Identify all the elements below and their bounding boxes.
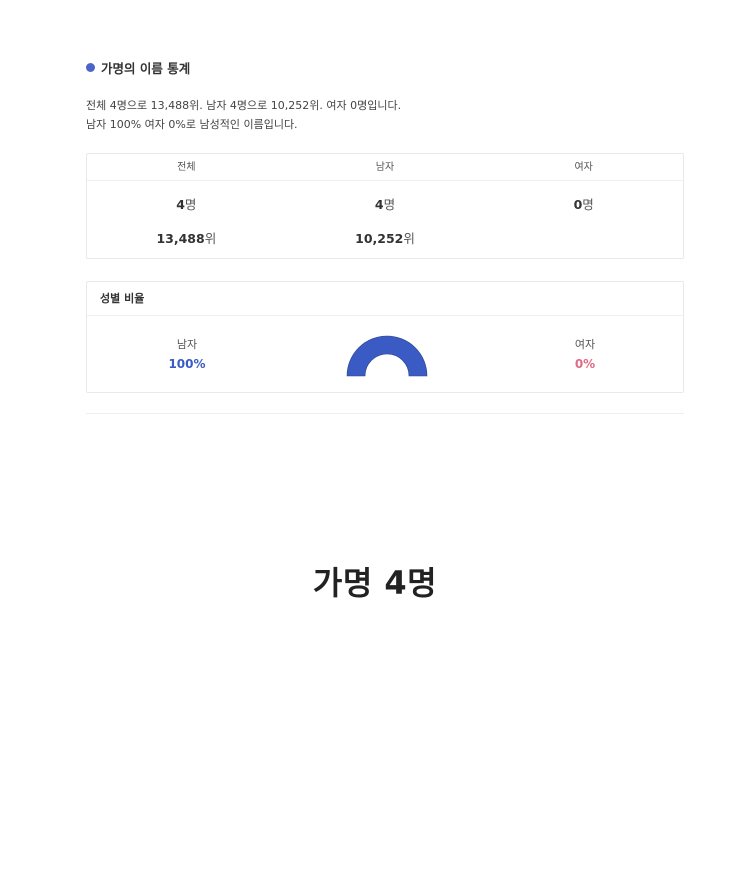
gauge-male-arc (346, 335, 428, 377)
count-male-value: 4 (374, 197, 384, 212)
gender-ratio-title: 성별 비율 (87, 282, 683, 316)
rank-male-value: 10,252 (355, 231, 404, 246)
header-male: 남자 (375, 162, 395, 173)
count-female-unit: 명 (582, 197, 594, 212)
count-total-value: 4 (176, 197, 185, 212)
summary-line-1: 전체 4명으로 13,488위. 남자 4명으로 10,252위. 여자 0명입… (86, 99, 402, 112)
hero-title: 가명 4명 (312, 564, 438, 602)
female-ratio: 여자 0% (525, 338, 645, 373)
rank-female (484, 228, 683, 247)
section-title: 가명의 이름 통계 (101, 60, 191, 76)
male-ratio: 남자 100% (127, 338, 247, 373)
bullet-dot-icon (86, 62, 95, 72)
header-female: 여자 (574, 162, 593, 173)
count-female-value: 0 (573, 197, 583, 212)
count-male: 4명 (286, 194, 485, 213)
female-label: 여자 (574, 338, 596, 351)
summary-line-2: 남자 100% 여자 0%로 남성적인 이름입니다. (86, 118, 298, 131)
rank-total-unit: 위 (204, 231, 217, 246)
header-total: 전체 (177, 162, 196, 173)
stats-rank-row: 13,488위 10,252위 (87, 228, 683, 247)
rank-male: 10,252위 (286, 228, 485, 247)
female-percent: 0% (574, 357, 596, 371)
count-male-unit: 명 (383, 197, 396, 212)
gender-ratio-panel: 성별 비율 남자 100% 여자 0% (86, 281, 684, 393)
summary-text: 전체 4명으로 13,488위. 남자 4명으로 10,252위. 여자 0명입… (86, 96, 401, 134)
stats-header-row: 전체 남자 여자 (87, 154, 683, 181)
count-total: 4명 (87, 194, 286, 213)
rank-total-value: 13,488 (156, 231, 205, 246)
male-label: 남자 (176, 338, 198, 351)
count-female: 0명 (484, 194, 683, 213)
section-divider (86, 413, 684, 414)
section-header: 가명의 이름 통계 (86, 58, 190, 76)
rank-male-unit: 위 (403, 231, 415, 246)
stats-table: 전체 남자 여자 4명 4명 0명 13,488위 10,252위 (86, 153, 684, 259)
male-percent: 100% (168, 357, 206, 371)
gender-ratio-gauge (346, 335, 428, 377)
count-total-unit: 명 (184, 197, 197, 212)
rank-total: 13,488위 (87, 228, 286, 247)
stats-count-row: 4명 4명 0명 (87, 194, 683, 213)
